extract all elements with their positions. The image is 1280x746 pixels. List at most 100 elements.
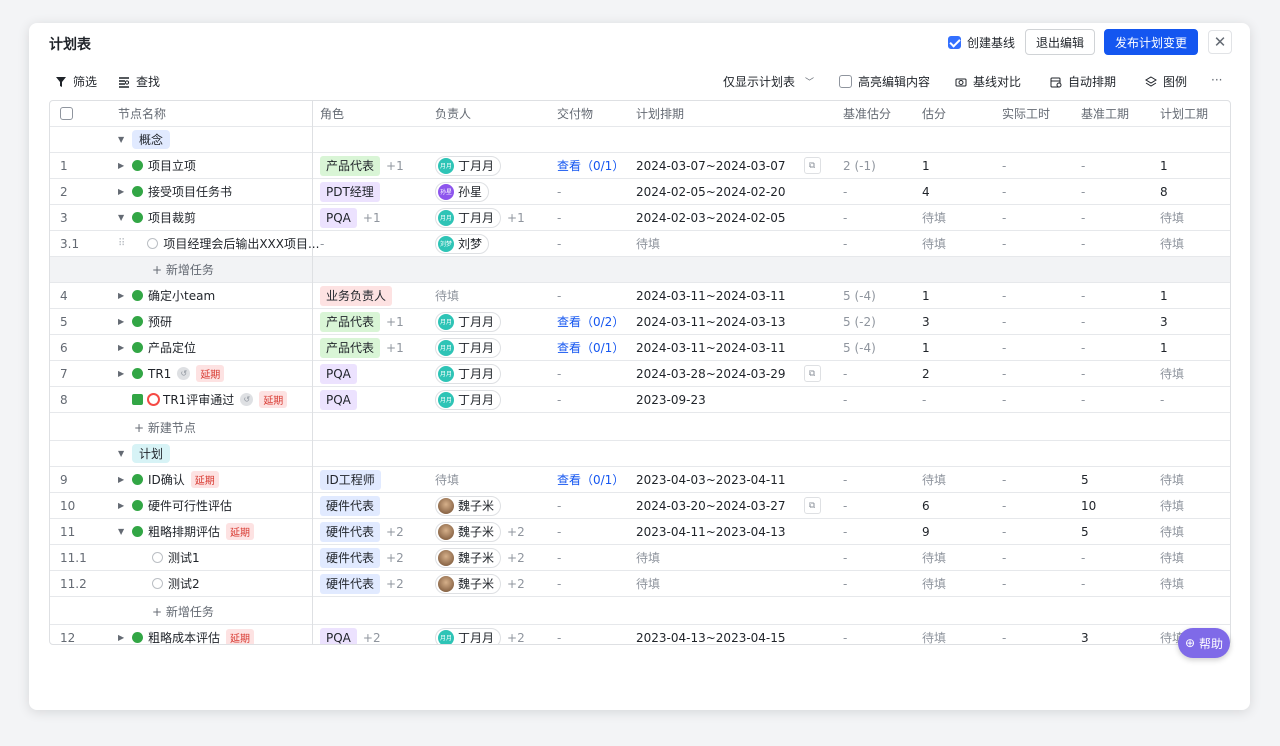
owner-chip[interactable]: 魏子米 — [435, 547, 502, 568]
col-owner[interactable]: 负责人 — [435, 101, 471, 126]
actual-hours[interactable]: - — [1002, 473, 1006, 487]
node-name[interactable]: 接受项目任务书 — [148, 183, 232, 200]
schedule-value[interactable]: 2024-03-11~2024-03-11 — [636, 341, 786, 355]
base-duration[interactable]: - — [1081, 289, 1085, 303]
node-name[interactable]: TR1 — [148, 367, 171, 381]
actual-hours[interactable]: - — [1002, 159, 1006, 173]
schedule-value[interactable]: 待填 — [636, 549, 660, 566]
col-deliverable[interactable]: 交付物 — [557, 101, 593, 126]
estimate[interactable]: 2 — [922, 367, 930, 381]
actual-hours[interactable]: - — [1002, 315, 1006, 329]
base-duration[interactable]: 5 — [1081, 473, 1089, 487]
table-row[interactable]: 6 ▶ 产品定位 产品代表 +1 月月 丁月月 查看（0/1） 2024-03-11~2024-… — [50, 335, 1230, 361]
schedule-value[interactable]: 2023-04-11~2023-04-13 — [636, 525, 786, 539]
node-name[interactable]: 预研 — [148, 313, 172, 330]
estimate[interactable]: 4 — [922, 185, 930, 199]
base-duration[interactable]: - — [1081, 367, 1085, 381]
expand-icon[interactable]: ▶ — [118, 633, 128, 642]
table-row[interactable]: 10 ▶ 硬件可行性评估 硬件代表 魏子米 - 2024-03-20~2024-03-27 ⧉… — [50, 493, 1230, 519]
base-duration[interactable]: - — [1081, 185, 1085, 199]
add-node-button[interactable]: + 新建节点 — [134, 415, 196, 440]
collapse-icon[interactable]: ▼ — [118, 213, 128, 222]
expand-icon[interactable]: ▶ — [118, 317, 128, 326]
help-button[interactable]: ⊕ 帮助 — [1178, 628, 1230, 658]
add-node-row[interactable]: + 新建节点 — [50, 415, 1230, 441]
deliverable-link[interactable]: 查看（0/2） — [557, 313, 624, 330]
table-row[interactable]: 2 ▶ 接受项目任务书 PDT经理 孙星 孙星 - 2024-02-05~2024-02-20… — [50, 179, 1230, 205]
exit-edit-button[interactable]: 退出编辑 — [1024, 29, 1095, 55]
base-estimate[interactable]: - — [843, 631, 847, 645]
estimate[interactable]: 3 — [922, 315, 930, 329]
highlight-checkbox[interactable] — [839, 75, 852, 88]
base-estimate[interactable]: - — [843, 237, 847, 251]
role-tag[interactable]: PDT经理 — [320, 181, 380, 202]
expand-icon[interactable]: ▶ — [118, 291, 128, 300]
base-duration[interactable]: - — [1081, 211, 1085, 225]
plan-duration[interactable]: 待填 — [1160, 575, 1184, 592]
role-more[interactable]: +1 — [386, 315, 404, 329]
create-baseline-toggle[interactable]: 创建基线 — [947, 34, 1015, 51]
highlight-toggle[interactable]: 高亮编辑内容 — [839, 73, 930, 90]
close-icon[interactable]: ✕ — [1208, 30, 1232, 54]
collapse-icon[interactable]: ▼ — [118, 135, 128, 144]
base-estimate[interactable]: - — [843, 473, 847, 487]
expand-icon[interactable]: ▶ — [118, 343, 128, 352]
role-more[interactable]: +2 — [386, 525, 404, 539]
baseline-checkbox[interactable] — [947, 35, 961, 49]
expand-icon[interactable]: ▶ — [118, 501, 128, 510]
base-duration[interactable]: - — [1081, 341, 1085, 355]
base-duration[interactable]: - — [1081, 393, 1085, 407]
base-duration[interactable]: - — [1081, 237, 1085, 251]
base-duration[interactable]: - — [1081, 551, 1085, 565]
base-estimate[interactable]: - — [843, 393, 847, 407]
base-estimate[interactable]: - — [843, 367, 847, 381]
plan-duration[interactable]: 8 — [1160, 185, 1168, 199]
node-name[interactable]: 硬件可行性评估 — [148, 497, 232, 514]
base-estimate[interactable]: - — [843, 185, 847, 199]
plan-duration[interactable]: 1 — [1160, 159, 1168, 173]
group-row-concept[interactable]: ▼ 概念 — [50, 127, 1230, 153]
table-row[interactable]: 12 ▶ 粗略成本评估 延期 PQA +2 月月 丁月月 +2 - 2023-04-13~2023-… — [50, 625, 1230, 645]
schedule-value[interactable]: 2023-04-13~2023-04-15 — [636, 631, 786, 645]
owner-empty[interactable]: 待填 — [435, 287, 459, 304]
role-tag[interactable]: 产品代表 — [320, 155, 381, 176]
estimate[interactable]: 6 — [922, 499, 930, 513]
base-estimate[interactable]: - — [843, 577, 847, 591]
estimate[interactable]: 待填 — [922, 549, 946, 566]
role-tag[interactable]: 业务负责人 — [320, 285, 393, 306]
expand-icon[interactable]: ▶ — [118, 475, 128, 484]
add-task-button[interactable]: + 新增任务 — [152, 257, 214, 282]
schedule-value[interactable]: 2024-03-11~2024-03-11 — [636, 289, 786, 303]
table-row[interactable]: 8 TR1评审通过 ↺ 延期 PQA 月月 丁月月 - 2023-09-23 - - - - - — [50, 387, 1230, 413]
table-row[interactable]: 5 ▶ 预研 产品代表 +1 月月 丁月月 查看（0/2） 2024-03-11~2024-03… — [50, 309, 1230, 335]
col-estimate[interactable]: 估分 — [922, 101, 946, 126]
schedule-value[interactable]: 2024-03-28~2024-03-29 — [636, 367, 786, 381]
expand-icon[interactable]: ▶ — [118, 161, 128, 170]
plan-duration[interactable]: 待填 — [1160, 235, 1184, 252]
owner-chip[interactable]: 魏子米 — [435, 573, 502, 594]
base-estimate[interactable]: 2 (-1) — [843, 159, 876, 173]
col-base-duration[interactable]: 基准工期 — [1081, 101, 1129, 126]
plan-duration[interactable]: 3 — [1160, 315, 1168, 329]
node-name[interactable]: 测试1 — [168, 549, 200, 566]
search-button[interactable]: 查找 — [118, 73, 160, 90]
owner-more[interactable]: +2 — [507, 525, 525, 539]
role-more[interactable]: +2 — [386, 577, 404, 591]
actual-hours[interactable]: - — [1002, 237, 1006, 251]
node-name[interactable]: 项目裁剪 — [148, 209, 196, 226]
schedule-value[interactable]: 待填 — [636, 575, 660, 592]
base-duration[interactable]: 5 — [1081, 525, 1089, 539]
actual-hours[interactable]: - — [1002, 289, 1006, 303]
actual-hours[interactable]: - — [1002, 499, 1006, 513]
baseline-compare-button[interactable]: 基线对比 — [955, 73, 1021, 90]
owner-chip[interactable]: 月月 丁月月 — [435, 311, 502, 332]
owner-more[interactable]: +1 — [507, 211, 525, 225]
legend-button[interactable]: 图例 — [1145, 73, 1187, 90]
add-task-button[interactable]: + 新增任务 — [152, 599, 214, 624]
col-role[interactable]: 角色 — [320, 101, 344, 126]
show-only-dropdown[interactable]: 仅显示计划表 ﹀ — [723, 73, 814, 90]
table-row[interactable]: 4 ▶ 确定小team 业务负责人 待填 - 2024-03-11~2024-03-11 5 … — [50, 283, 1230, 309]
table-row[interactable]: 11.2 测试2 硬件代表 +2 魏子米 +2 - 待填 - 待填 - - 待填 — [50, 571, 1230, 597]
plan-duration[interactable]: 1 — [1160, 289, 1168, 303]
base-duration[interactable]: 3 — [1081, 631, 1089, 645]
